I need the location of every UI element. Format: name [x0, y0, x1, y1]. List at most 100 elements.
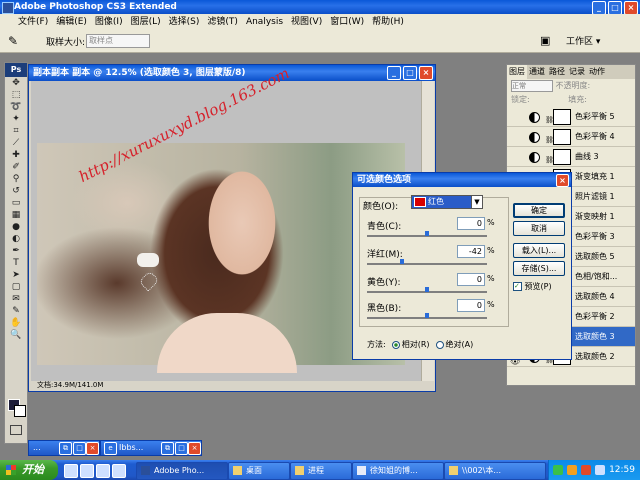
type-tool-icon[interactable]: T: [5, 257, 27, 269]
minimized-window-1[interactable]: ... ⧉ □ ×: [28, 440, 100, 456]
tray-volume-icon[interactable]: [595, 465, 605, 475]
menu-view[interactable]: 视图(V): [287, 14, 326, 30]
menu-file[interactable]: 文件(F): [0, 14, 52, 30]
task-blog[interactable]: 徐知姐的博...: [352, 462, 444, 480]
minimize-icon[interactable]: _: [592, 1, 606, 15]
move-tool-icon[interactable]: ✥: [5, 77, 27, 89]
background-color-swatch[interactable]: [14, 405, 26, 417]
tray-app-icon[interactable]: [567, 465, 577, 475]
tray-antivirus-icon[interactable]: [581, 465, 591, 475]
doc-minimize-icon[interactable]: _: [387, 66, 401, 80]
yellow-input[interactable]: 0: [457, 273, 485, 286]
healing-brush-icon[interactable]: ✚: [5, 149, 27, 161]
quicklaunch-desktop-icon[interactable]: [80, 464, 94, 478]
gradient-tool-icon[interactable]: ▦: [5, 209, 27, 221]
dialog-close-icon[interactable]: ×: [556, 174, 569, 187]
dialog-title-bar[interactable]: 可选颜色选项 ×: [353, 173, 571, 187]
layer-row[interactable]: ⛓ 曲线 3: [507, 147, 635, 167]
preview-checkbox[interactable]: ✓ 预览(P): [513, 281, 552, 292]
app-title-bar[interactable]: Adobe Photoshop CS3 Extended _ □ ×: [0, 0, 640, 15]
shape-tool-icon[interactable]: ▢: [5, 281, 27, 293]
sample-size-select[interactable]: 取样点: [86, 34, 150, 48]
magenta-slider[interactable]: [367, 263, 487, 265]
marquee-tool-icon[interactable]: ⬚: [5, 89, 27, 101]
lasso-tool-icon[interactable]: ➰: [5, 101, 27, 113]
black-input[interactable]: 0: [457, 299, 485, 312]
black-slider-thumb[interactable]: [425, 313, 429, 318]
menu-select[interactable]: 选择(S): [165, 14, 204, 30]
color-select[interactable]: 红色: [411, 195, 473, 209]
magenta-input[interactable]: -42: [457, 245, 485, 258]
task-photoshop[interactable]: Adobe Pho...: [136, 462, 228, 480]
blur-tool-icon[interactable]: ●: [5, 221, 27, 233]
magenta-slider-thumb[interactable]: [399, 259, 404, 264]
tab-layers[interactable]: 图层: [507, 65, 527, 79]
brush-tool-icon[interactable]: ✐: [5, 161, 27, 173]
save-button[interactable]: 存储(S)...: [513, 261, 565, 276]
hand-tool-icon[interactable]: ✋: [5, 317, 27, 329]
quicklaunch-ie-icon[interactable]: [64, 464, 78, 478]
chevron-down-icon[interactable]: ▼: [471, 195, 483, 209]
stamp-tool-icon[interactable]: ⚲: [5, 173, 27, 185]
notes-tool-icon[interactable]: ✉: [5, 293, 27, 305]
load-button[interactable]: 载入(L)...: [513, 243, 565, 258]
menu-edit[interactable]: 编辑(E): [52, 14, 91, 30]
eyedropper-icon[interactable]: ✎: [8, 34, 18, 48]
menu-window[interactable]: 窗口(W): [326, 14, 368, 30]
cyan-slider-thumb[interactable]: [425, 231, 429, 236]
tab-channels[interactable]: 通道: [527, 65, 547, 79]
cancel-button[interactable]: 取消: [513, 221, 565, 236]
slice-tool-icon[interactable]: ⟋: [5, 137, 27, 149]
ok-button[interactable]: 确定: [513, 203, 565, 218]
crop-tool-icon[interactable]: ⌗: [5, 125, 27, 137]
visibility-eye-icon[interactable]: [510, 112, 518, 120]
visibility-eye-icon[interactable]: [510, 132, 518, 140]
magic-wand-icon[interactable]: ✦: [5, 113, 27, 125]
yellow-slider-thumb[interactable]: [425, 287, 429, 292]
tab-paths[interactable]: 路径: [547, 65, 567, 79]
blend-mode-select[interactable]: 正常: [511, 79, 553, 92]
layer-mask-thumbnail[interactable]: [553, 129, 571, 145]
relative-radio[interactable]: [391, 340, 400, 349]
restore-icon[interactable]: ⧉: [59, 442, 72, 455]
restore-icon[interactable]: ⧉: [161, 442, 174, 455]
maximize-icon[interactable]: □: [175, 442, 188, 455]
layer-row[interactable]: ⛓ 色彩平衡 5: [507, 107, 635, 127]
absolute-radio[interactable]: [435, 340, 444, 349]
path-select-icon[interactable]: ➤: [5, 269, 27, 281]
close-icon[interactable]: ×: [86, 442, 99, 455]
layer-mask-thumbnail[interactable]: [553, 109, 571, 125]
start-button[interactable]: 开始: [0, 460, 58, 480]
workspace-menu[interactable]: 工作区 ▾: [566, 34, 600, 47]
maximize-icon[interactable]: □: [608, 1, 622, 15]
task-network-folder[interactable]: \\002\本...: [444, 462, 546, 480]
minimized-window-2[interactable]: Ibbs... e ⧉ □ ×: [100, 440, 202, 456]
menu-help[interactable]: 帮助(H): [368, 14, 408, 30]
bridge-icon[interactable]: ▣: [540, 34, 550, 47]
dodge-tool-icon[interactable]: ◐: [5, 233, 27, 245]
document-title-bar[interactable]: 副本副本 副本 @ 12.5% (选取颜色 3, 图层蒙版/8) _ □ ×: [29, 65, 435, 81]
menu-analysis[interactable]: Analysis: [242, 14, 287, 30]
close-icon[interactable]: ×: [188, 442, 201, 455]
task-process[interactable]: 进程: [290, 462, 352, 480]
quicklaunch-media-icon[interactable]: [96, 464, 110, 478]
doc-maximize-icon[interactable]: □: [403, 66, 417, 80]
quick-mask-icon[interactable]: [10, 425, 22, 435]
cyan-input[interactable]: 0: [457, 217, 485, 230]
close-icon[interactable]: ×: [624, 1, 638, 15]
task-desktop[interactable]: 桌面: [228, 462, 290, 480]
maximize-icon[interactable]: □: [73, 442, 86, 455]
eyedropper-tool-icon[interactable]: ✎: [5, 305, 27, 317]
tab-history[interactable]: 记录: [567, 65, 587, 79]
menu-image[interactable]: 图像(I): [91, 14, 127, 30]
history-brush-icon[interactable]: ↺: [5, 185, 27, 197]
quicklaunch-folder-icon[interactable]: [112, 464, 126, 478]
zoom-tool-icon[interactable]: 🔍: [5, 329, 27, 341]
pen-tool-icon[interactable]: ✒: [5, 245, 27, 257]
layer-row[interactable]: ⛓ 色彩平衡 4: [507, 127, 635, 147]
layer-mask-thumbnail[interactable]: [553, 149, 571, 165]
visibility-eye-icon[interactable]: [510, 152, 518, 160]
tab-actions[interactable]: 动作: [587, 65, 607, 79]
tray-ime-icon[interactable]: [553, 465, 563, 475]
doc-close-icon[interactable]: ×: [419, 66, 433, 80]
